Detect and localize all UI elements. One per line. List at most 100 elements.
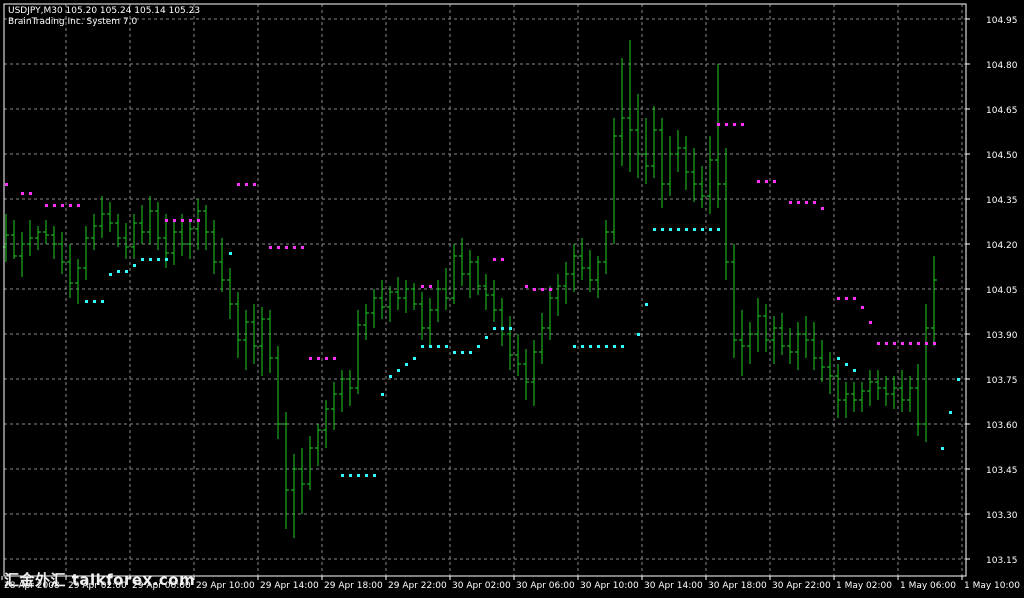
lower-dot bbox=[957, 378, 960, 381]
lower-dot bbox=[589, 345, 592, 348]
y-tick-label: 103.90 bbox=[986, 331, 1018, 341]
lower-dot bbox=[405, 363, 408, 366]
lower-dot bbox=[621, 345, 624, 348]
x-tick-label: 29 Apr 18:00 bbox=[324, 581, 383, 591]
x-tick-label: 1 May 02:00 bbox=[836, 581, 892, 591]
upper-dot bbox=[493, 258, 496, 261]
upper-dot bbox=[853, 297, 856, 300]
x-tick-label: 30 Apr 02:00 bbox=[452, 581, 511, 591]
upper-dot bbox=[757, 180, 760, 183]
lower-dot bbox=[421, 345, 424, 348]
upper-dot bbox=[253, 183, 256, 186]
lower-dot bbox=[397, 369, 400, 372]
y-tick-label: 103.45 bbox=[986, 466, 1018, 476]
upper-dot bbox=[525, 285, 528, 288]
upper-dot bbox=[429, 285, 432, 288]
lower-dot bbox=[125, 270, 128, 273]
y-tick-label: 104.65 bbox=[986, 106, 1018, 116]
lower-dot bbox=[445, 345, 448, 348]
y-tick-label: 103.30 bbox=[986, 511, 1018, 521]
upper-dot bbox=[245, 183, 248, 186]
upper-dot bbox=[909, 342, 912, 345]
upper-dot bbox=[165, 219, 168, 222]
lower-dot bbox=[509, 327, 512, 330]
upper-dot bbox=[893, 342, 896, 345]
y-tick-label: 103.60 bbox=[986, 421, 1018, 431]
lower-dot bbox=[573, 345, 576, 348]
lower-dot bbox=[341, 474, 344, 477]
upper-dot bbox=[53, 204, 56, 207]
lower-dot bbox=[637, 333, 640, 336]
lower-dot bbox=[493, 327, 496, 330]
x-tick-label: 30 Apr 18:00 bbox=[708, 581, 767, 591]
lower-dot bbox=[85, 300, 88, 303]
lower-dot bbox=[653, 228, 656, 231]
lower-dot bbox=[157, 258, 160, 261]
lower-dot bbox=[117, 270, 120, 273]
lower-dot bbox=[165, 258, 168, 261]
upper-dot bbox=[885, 342, 888, 345]
x-tick-label: 30 Apr 22:00 bbox=[772, 581, 831, 591]
lower-dot bbox=[853, 369, 856, 372]
upper-dot bbox=[765, 180, 768, 183]
lower-dot bbox=[485, 336, 488, 339]
lower-dot bbox=[701, 228, 704, 231]
y-tick-label: 104.95 bbox=[986, 16, 1018, 26]
lower-dot bbox=[693, 228, 696, 231]
lower-dot bbox=[469, 351, 472, 354]
upper-dot bbox=[293, 246, 296, 249]
upper-dot bbox=[309, 357, 312, 360]
lower-dot bbox=[613, 345, 616, 348]
x-tick-label: 29 Apr 14:00 bbox=[260, 581, 319, 591]
lower-dot bbox=[941, 447, 944, 450]
lower-dot bbox=[109, 273, 112, 276]
upper-dot bbox=[173, 219, 176, 222]
lower-dot bbox=[661, 228, 664, 231]
upper-dot bbox=[237, 183, 240, 186]
lower-dot bbox=[357, 474, 360, 477]
upper-dot bbox=[917, 342, 920, 345]
upper-dot bbox=[933, 342, 936, 345]
upper-dot bbox=[549, 288, 552, 291]
lower-dot bbox=[581, 345, 584, 348]
upper-dot bbox=[45, 204, 48, 207]
lower-dot bbox=[605, 345, 608, 348]
lower-dot bbox=[709, 228, 712, 231]
upper-dot bbox=[789, 201, 792, 204]
lower-dot bbox=[149, 258, 152, 261]
x-tick-label: 30 Apr 14:00 bbox=[644, 581, 703, 591]
chart-background bbox=[0, 0, 1024, 594]
upper-dot bbox=[533, 288, 536, 291]
lower-dot bbox=[501, 327, 504, 330]
upper-dot bbox=[741, 123, 744, 126]
lower-dot bbox=[101, 300, 104, 303]
lower-dot bbox=[229, 252, 232, 255]
y-tick-label: 104.35 bbox=[986, 196, 1018, 206]
upper-dot bbox=[805, 201, 808, 204]
lower-dot bbox=[453, 351, 456, 354]
upper-dot bbox=[69, 204, 72, 207]
lower-dot bbox=[373, 474, 376, 477]
upper-dot bbox=[717, 123, 720, 126]
upper-dot bbox=[925, 342, 928, 345]
lower-dot bbox=[133, 264, 136, 267]
lower-dot bbox=[349, 474, 352, 477]
upper-dot bbox=[21, 192, 24, 195]
lower-dot bbox=[477, 345, 480, 348]
lower-dot bbox=[645, 303, 648, 306]
upper-dot bbox=[317, 357, 320, 360]
upper-dot bbox=[813, 201, 816, 204]
x-tick-label: 29 Apr 10:00 bbox=[196, 581, 255, 591]
price-chart[interactable]: 104.95 104.80 104.65 104.50 104.35 104.20 104.… bbox=[0, 0, 1024, 594]
lower-dot bbox=[949, 411, 952, 414]
upper-dot bbox=[501, 258, 504, 261]
upper-dot bbox=[861, 306, 864, 309]
upper-dot bbox=[197, 219, 200, 222]
upper-dot bbox=[189, 219, 192, 222]
lower-dot bbox=[429, 345, 432, 348]
lower-dot bbox=[365, 474, 368, 477]
upper-dot bbox=[541, 288, 544, 291]
y-tick-label: 103.15 bbox=[986, 556, 1018, 566]
y-tick-label: 104.80 bbox=[986, 61, 1018, 71]
lower-dot bbox=[677, 228, 680, 231]
